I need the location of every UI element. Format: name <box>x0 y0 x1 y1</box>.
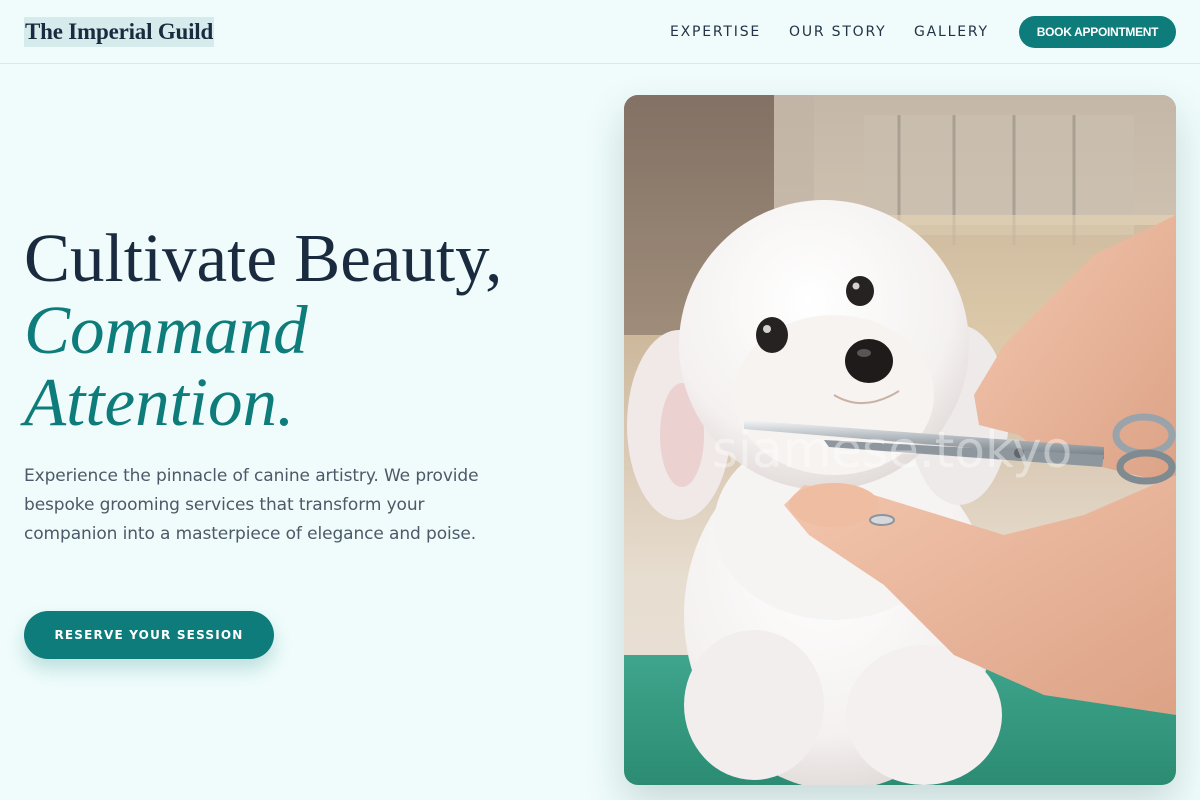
hero-image-grooming-dog: siamese.tokyo <box>624 95 1176 785</box>
book-appointment-button[interactable]: BOOK APPOINTMENT <box>1019 16 1176 48</box>
site-logo[interactable]: The Imperial Guild <box>24 17 215 47</box>
nav-link-our-story[interactable]: OUR STORY <box>789 22 887 42</box>
nav-link-gallery[interactable]: GALLERY <box>914 22 989 42</box>
hero-headline-line: Cultivate Beauty, <box>24 220 503 296</box>
site-header: The Imperial Guild EXPERTISE OUR STORY G… <box>0 0 1200 64</box>
hero-headline: Cultivate Beauty, Command Attention. <box>24 222 502 438</box>
reserve-session-button[interactable]: RESERVE YOUR SESSION <box>24 611 274 659</box>
hero-description: Experience the pinnacle of canine artist… <box>24 466 479 544</box>
image-watermark: siamese.tokyo <box>712 421 1072 479</box>
hero-headline-accent: Command <box>24 292 308 368</box>
nav-link-expertise[interactable]: EXPERTISE <box>670 22 761 42</box>
hero-headline-accent: Attention. <box>24 364 295 440</box>
